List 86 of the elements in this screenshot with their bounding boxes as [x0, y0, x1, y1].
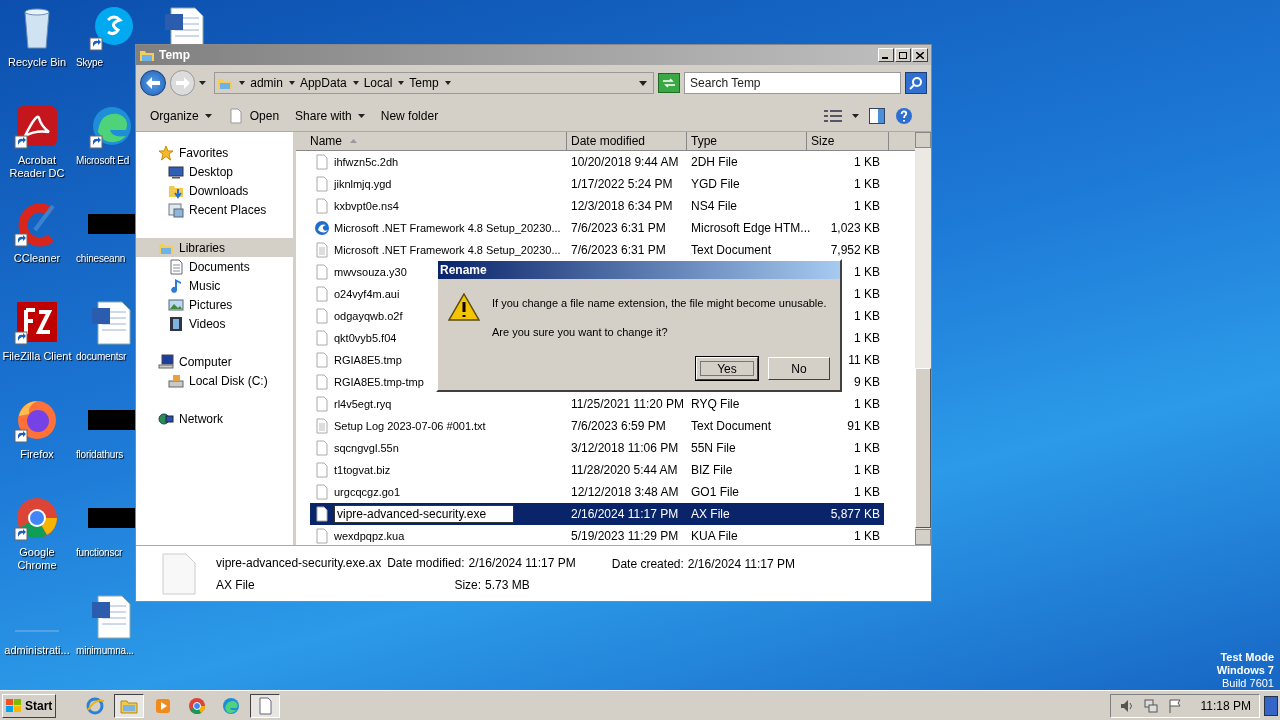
file-name: o24vyf4m.aui	[334, 286, 400, 302]
file-name: mwvsouza.y30	[334, 264, 407, 280]
size-cell-text: 7,952 KB	[830, 242, 880, 259]
type-cell: AX File	[691, 507, 730, 521]
nav-label: Videos	[189, 315, 226, 333]
size-cell-text: 1 KB	[854, 528, 880, 545]
nav-label: Computer	[179, 353, 232, 371]
nav-label: Local Disk (C:)	[189, 372, 268, 390]
size-cell-text: 1 KB	[854, 308, 880, 325]
type-cell: NS4 File	[691, 199, 737, 213]
size-cell-text: 1,023 KB	[830, 220, 880, 237]
window-title: Temp	[159, 47, 191, 64]
type-cell: RYQ File	[691, 397, 740, 411]
type-cell: 2DH File	[691, 155, 738, 169]
size-cell-text: 1 KB	[854, 176, 880, 193]
type-cell: GO1 File	[691, 485, 739, 499]
date-cell: 7/6/2023 6:31 PM	[571, 243, 666, 257]
type-cell: Microsoft Edge HTM...	[691, 221, 811, 235]
date-cell: 12/12/2018 3:48 AM	[571, 485, 679, 499]
details-value: 5.73 MB	[485, 576, 530, 594]
type-cell: BIZ File	[691, 463, 733, 477]
type-cell: Text Document	[691, 243, 772, 257]
dialog-title: Rename	[440, 262, 487, 279]
date-cell: 1/17/2022 5:24 PM	[571, 177, 673, 191]
size-cell-text: 1 KB	[854, 154, 880, 171]
size-cell-text: 1 KB	[854, 396, 880, 413]
date-cell: 11/25/2021 11:20 PM	[571, 397, 684, 411]
details-label: Size:	[454, 576, 482, 594]
size-cell-text: 9 KB	[854, 374, 880, 391]
details-file-type: AX File	[216, 576, 256, 594]
nav-label: Libraries	[179, 239, 226, 257]
system-info-text: Test Mode	[1220, 651, 1274, 664]
type-cell: Text Document	[691, 419, 772, 433]
file-name: wexdpqpz.kua	[334, 528, 405, 544]
file-name: RGIA8E5.tmp-tmp	[334, 374, 424, 390]
details-value: 2/16/2024 11:17 PM	[468, 554, 576, 572]
file-name: rl4v5egt.ryq	[334, 396, 392, 412]
dialog-message: If you change a file name extension, the file might become unusable.	[492, 296, 827, 311]
date-cell: 12/3/2018 6:34 PM	[571, 199, 673, 213]
date-cell: 5/19/2023 11:29 PM	[571, 529, 679, 543]
details-label: Date modified:	[387, 554, 465, 572]
file-name: Microsoft .NET Framework 4.8 Setup_20230...	[334, 242, 561, 258]
nav-label: Pictures	[189, 296, 233, 314]
nav-label: Music	[189, 277, 221, 295]
size-cell-text: 1 KB	[854, 440, 880, 457]
file-name: qkt0vyb5.f04	[334, 330, 397, 346]
nav-label: Documents	[189, 258, 250, 276]
size-cell-text: 1 KB	[854, 462, 880, 479]
size-cell-text: 11 KB	[848, 352, 880, 369]
file-name: sqcngvgl.55n	[334, 440, 399, 456]
file-name: t1togvat.biz	[334, 462, 391, 478]
file-name: odgayqwb.o2f	[334, 308, 403, 324]
date-cell: 7/6/2023 6:59 PM	[571, 419, 666, 433]
size-cell-text: 1 KB	[854, 330, 880, 347]
file-name: kxbvpt0e.ns4	[334, 198, 399, 214]
type-cell: KUA File	[691, 529, 738, 543]
size-cell-text: 91 KB	[847, 418, 880, 435]
size-cell-text: 1 KB	[854, 286, 880, 303]
file-name: Microsoft .NET Framework 4.8 Setup_20230...	[334, 220, 561, 236]
size-cell-text: 5,877 KB	[830, 506, 880, 523]
system-info-text: Build 7601	[1222, 677, 1274, 690]
file-name: jiknlmjq.ygd	[334, 176, 392, 192]
date-cell: 2/16/2024 11:17 PM	[571, 507, 679, 521]
nav-label: Favorites	[179, 144, 229, 162]
type-cell: 55N File	[691, 441, 736, 455]
size-cell-text: 1 KB	[854, 198, 880, 215]
size-cell-text: 1 KB	[854, 264, 880, 281]
dialog-question: Are you sure you want to change it?	[492, 324, 669, 340]
nav-label: Recent Places	[189, 201, 267, 219]
system-info-text: Windows 7	[1216, 664, 1274, 677]
file-name: Setup Log 2023-07-06 #001.txt	[334, 418, 486, 434]
details-file-name: vipre-advanced-security.exe.ax	[216, 554, 382, 572]
file-name: RGIA8E5.tmp	[334, 352, 402, 368]
type-cell: YGD File	[691, 177, 740, 191]
date-cell: 7/6/2023 6:31 PM	[571, 221, 666, 235]
nav-label: Downloads	[189, 182, 249, 200]
date-cell: 10/20/2018 9:44 AM	[571, 155, 679, 169]
nav-label: Network	[179, 410, 223, 428]
file-name: urgcqcgz.go1	[334, 484, 401, 500]
file-name: ihfwzn5c.2dh	[334, 154, 399, 170]
nav-label: Desktop	[189, 163, 234, 181]
date-cell: 3/12/2018 11:06 PM	[571, 441, 679, 455]
date-cell: 11/28/2020 5:44 AM	[571, 463, 678, 477]
size-cell-text: 1 KB	[854, 484, 880, 501]
details-label: Date created:	[611, 556, 684, 573]
details-value: 2/16/2024 11:17 PM	[687, 556, 795, 573]
